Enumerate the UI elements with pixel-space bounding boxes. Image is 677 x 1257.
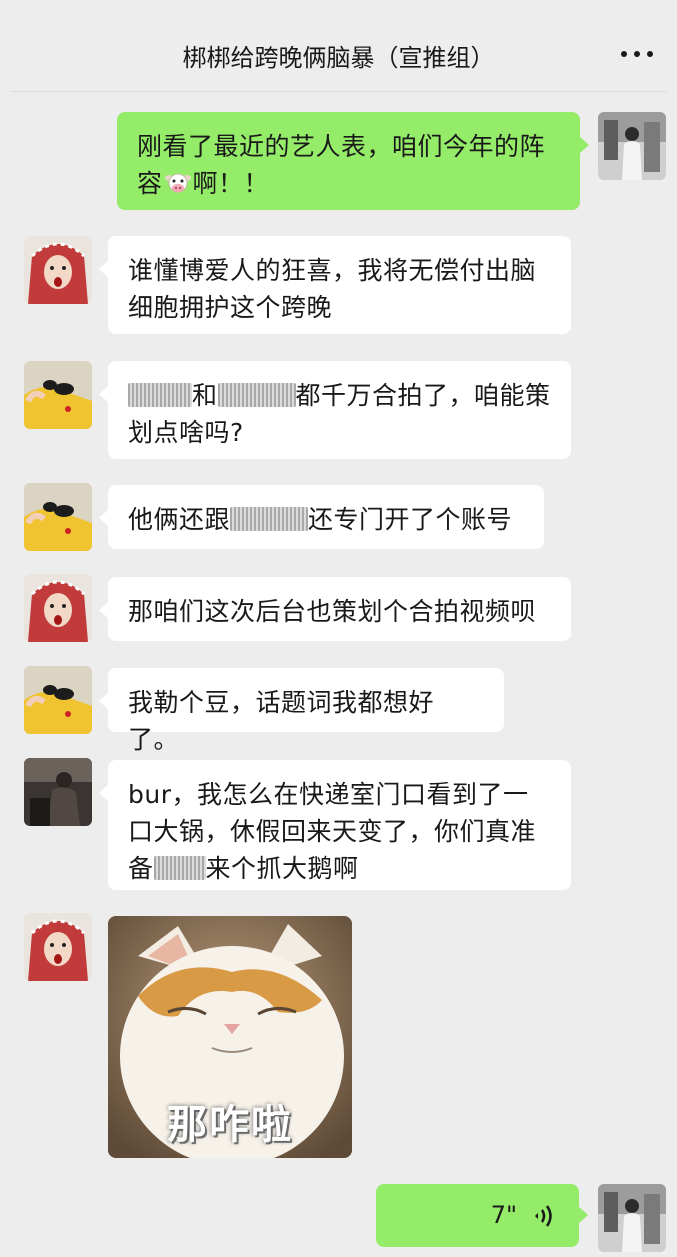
- sticker-caption: 那咋啦: [167, 1102, 293, 1148]
- message-text: 细胞拥护这个跨晚: [128, 293, 333, 322]
- message-text: 还专门开了个账号: [308, 505, 513, 534]
- avatar-member-red-scarf[interactable]: [24, 236, 92, 304]
- redacted-name-blur: [217, 383, 296, 407]
- avatar-self[interactable]: [598, 1184, 666, 1252]
- message-bubble-incoming[interactable]: 我勒个豆，话题词我都想好了。: [99, 668, 504, 754]
- avatar-self[interactable]: [598, 112, 666, 180]
- avatar-member-yellow[interactable]: [24, 666, 92, 734]
- message-bubble-incoming[interactable]: bur，我怎么在快递室门口看到了一 口大锅，休假回来天变了，你们真准 备 来个抓大…: [99, 760, 571, 890]
- message-bubble-outgoing[interactable]: 刚看了最近的艺人表，咱们今年的阵 容 啊！！: [117, 112, 589, 210]
- message-text: 谁懂博爱人的狂喜，我将无偿付出脑: [128, 256, 537, 285]
- chat-header: 梆梆给跨晚俩脑暴（宣推组）: [0, 0, 677, 92]
- header-divider: [10, 91, 667, 92]
- sticker-cat-image[interactable]: 那咋啦: [108, 916, 352, 1158]
- redacted-name-blur: [230, 507, 309, 531]
- message-text: 备: [128, 854, 154, 883]
- message-text: 我勒个豆，话题词我都想好了。: [128, 688, 435, 754]
- avatar-member-yellow[interactable]: [24, 361, 92, 429]
- message-text: bur，我怎么在快递室门口看到了一: [128, 780, 529, 809]
- message-text: 都千万合拍了，咱能策: [295, 381, 551, 410]
- avatar-member-red-scarf[interactable]: [24, 574, 92, 642]
- message-text: 口大锅，休假回来天变了，你们真准: [128, 817, 537, 846]
- message-text: 划点啥吗?: [128, 418, 244, 447]
- voice-duration: 7": [490, 1201, 517, 1229]
- message-text: 刚看了最近的艺人表，咱们今年的阵: [137, 132, 546, 161]
- avatar-member-yellow[interactable]: [24, 483, 92, 551]
- cow-face-icon: [164, 168, 191, 193]
- voice-wave-icon: [535, 1205, 552, 1227]
- redacted-name-blur: [128, 383, 192, 407]
- message-text: 来个抓大鹅啊: [205, 854, 359, 883]
- voice-message-bubble[interactable]: 7": [376, 1184, 588, 1247]
- message-text: 啊！！: [192, 169, 270, 198]
- avatar-member-dark[interactable]: [24, 758, 92, 826]
- message-bubble-incoming[interactable]: 那咱们这次后台也策划个合拍视频呗: [99, 577, 571, 641]
- message-text: 他俩还跟: [128, 505, 231, 534]
- more-dots-icon[interactable]: [621, 44, 653, 64]
- message-bubble-incoming[interactable]: 他俩还跟 还专门开了个账号: [99, 485, 544, 549]
- message-text: 和: [192, 381, 218, 410]
- avatar-member-red-scarf[interactable]: [24, 913, 92, 981]
- redacted-name-blur: [153, 856, 206, 880]
- chat-title: 梆梆给跨晚俩脑暴（宣推组）: [182, 44, 495, 72]
- message-text: 容: [137, 169, 163, 198]
- message-bubble-incoming[interactable]: 和 都千万合拍了，咱能策 划点啥吗?: [99, 361, 571, 459]
- message-text: 那咱们这次后台也策划个合拍视频呗: [128, 597, 537, 626]
- message-bubble-incoming[interactable]: 谁懂博爱人的狂喜，我将无偿付出脑 细胞拥护这个跨晚: [99, 236, 571, 334]
